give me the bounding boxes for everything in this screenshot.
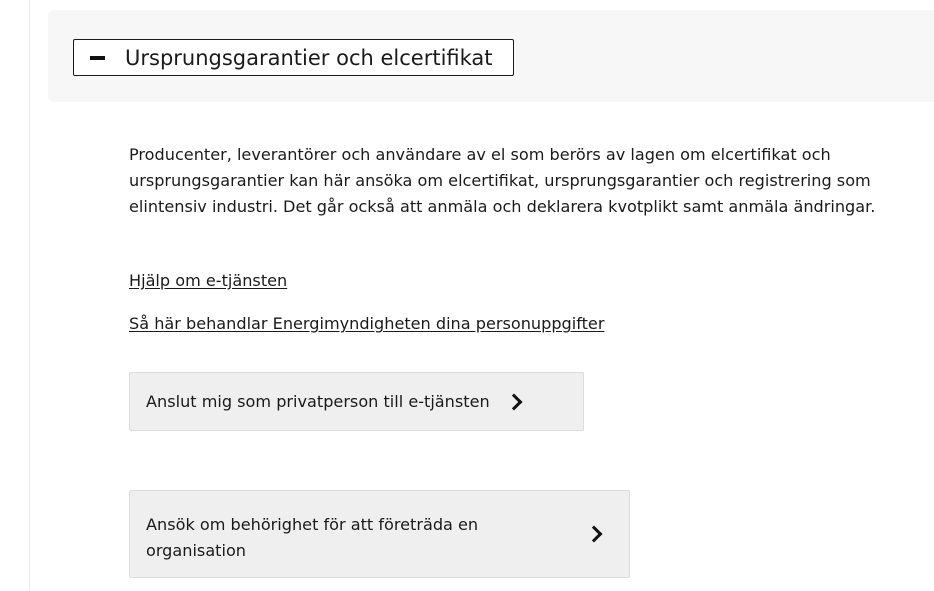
accordion-title: Ursprungsgarantier och elcertifikat [125, 45, 493, 70]
privacy-link[interactable]: Så här behandlar Energimyndigheten dina … [129, 314, 604, 333]
service-description: Producenter, leverantörer och användare … [129, 145, 876, 216]
connect-private-person-label: Anslut mig som privatperson till e-tjäns… [146, 392, 490, 411]
apply-organisation-authority-button[interactable]: Ansök om behörighet för att företräda en… [129, 490, 630, 578]
apply-organisation-authority-label: Ansök om behörighet för att företräda en… [146, 515, 479, 560]
minus-icon [90, 55, 105, 60]
chevron-right-icon [585, 525, 603, 543]
chevron-right-icon [505, 393, 523, 410]
connect-private-person-button[interactable]: Anslut mig som privatperson till e-tjäns… [129, 372, 584, 431]
page: Ursprungsgarantier och elcertifikat Prod… [0, 0, 934, 591]
help-link[interactable]: Hjälp om e-tjänsten [129, 271, 287, 290]
left-margin-rule [0, 0, 30, 591]
accordion-toggle-button[interactable]: Ursprungsgarantier och elcertifikat [73, 39, 514, 76]
